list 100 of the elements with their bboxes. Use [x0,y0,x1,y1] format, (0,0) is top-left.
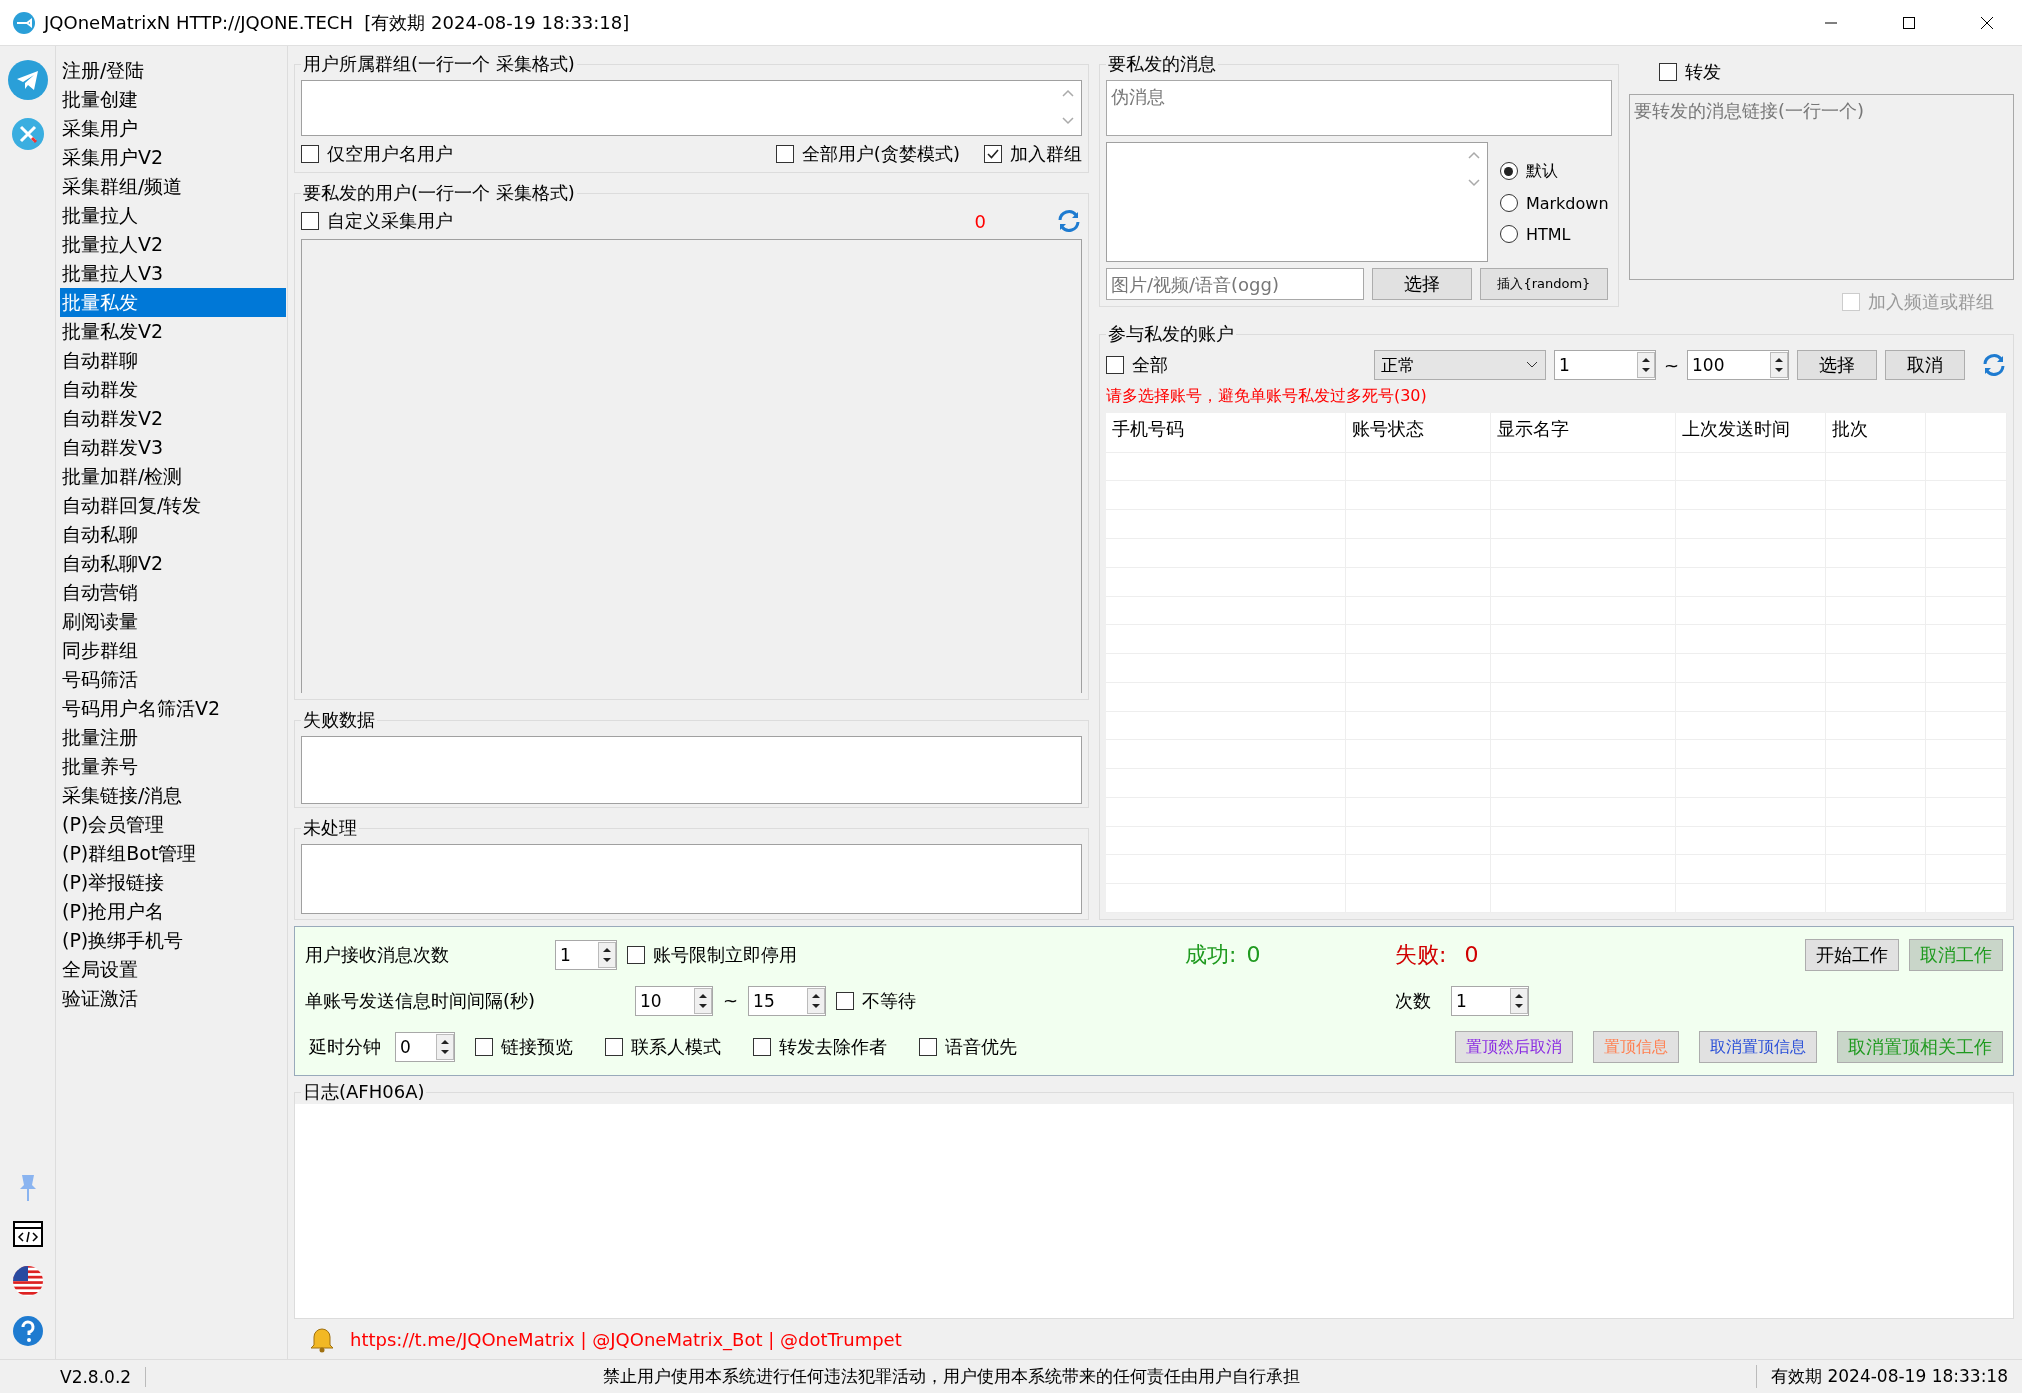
forward-links-field[interactable]: 要转发的消息链接(一行一个) [1628,94,2014,280]
contact-links[interactable]: https://t.me/JQOneMatrix | @JQOneMatrix_Bot | @dotTrumpet [350,1328,902,1350]
column-header[interactable]: 上次发送时间 [1675,413,1826,452]
spinner-arrows-icon[interactable] [598,941,616,968]
option-checkbox[interactable]: 转发 [1658,60,2014,84]
checkbox-square[interactable] [919,1038,937,1057]
message-field[interactable]: 伪消息 [1105,80,1612,136]
spinner-arrows-icon[interactable] [694,988,712,1014]
radio-circle[interactable] [1499,225,1518,243]
option-checkbox[interactable]: 账号限制立即停用 [627,942,797,967]
number-spinner[interactable]: 0 [395,1032,455,1063]
option-checkbox[interactable]: 自定义采集用户 [301,209,453,233]
column-header[interactable]: 账号状态 [1345,413,1491,452]
option-checkbox[interactable]: 转发去除作者 [753,1035,887,1060]
option-checkbox[interactable]: 全部用户(贪婪模式) [775,142,960,166]
nav-item[interactable]: 批量私发V2 [60,317,286,346]
option-checkbox[interactable]: 全部 [1105,353,1168,377]
nav-item[interactable]: 自动群聊 [60,346,286,375]
column-header[interactable]: 显示名字 [1490,413,1676,452]
nav-item[interactable]: 验证激活 [60,984,286,1013]
nav-item[interactable]: (P)举报链接 [60,868,286,897]
checkbox-square[interactable] [627,945,645,964]
format-radio[interactable]: Markdown [1499,193,1612,213]
paper-plane-icon[interactable] [7,60,48,100]
select-button[interactable]: 选择 [1797,350,1877,380]
checkbox-square[interactable] [983,145,1002,163]
nav-item[interactable]: 采集用户V2 [60,143,286,172]
number-spinner[interactable]: 1 [1553,350,1656,380]
work-button[interactable]: 开始工作 [1805,938,1899,971]
nav-item[interactable]: 自动群发V2 [60,404,286,433]
checkbox-square[interactable] [836,992,855,1010]
number-spinner[interactable]: 10 [635,986,713,1016]
nav-item[interactable]: 批量拉人 [60,201,286,230]
close-icon[interactable] [1979,14,1995,31]
option-checkbox[interactable]: 不等待 [836,989,917,1013]
checkbox-square[interactable] [301,145,319,163]
nav-item[interactable]: (P)会员管理 [60,810,286,839]
text-area[interactable] [301,736,1082,804]
code-window-icon[interactable] [12,1221,43,1247]
nav-item[interactable]: 采集群组/频道 [60,172,286,201]
spinner-arrows-icon[interactable] [1636,352,1655,378]
nav-item[interactable]: 刷阅读量 [60,607,286,636]
checkbox-square[interactable] [1105,356,1124,374]
nav-item[interactable]: 批量创建 [60,85,286,114]
refresh-icon[interactable] [1981,353,2007,377]
media-field[interactable]: 图片/视频/语音(ogg) [1105,268,1364,300]
option-checkbox[interactable]: 联系人模式 [605,1035,721,1060]
column-header[interactable]: 手机号码 [1105,413,1346,452]
nav-item[interactable]: 采集链接/消息 [60,781,286,810]
nav-item[interactable]: 自动私聊V2 [60,549,286,578]
text-area[interactable] [1105,142,1488,262]
checkbox-square[interactable] [1658,63,1677,81]
nav-item[interactable]: 批量拉人V2 [60,230,286,259]
nav-item[interactable]: 全局设置 [60,955,286,984]
radio-circle[interactable] [1499,194,1518,212]
checkbox-square[interactable] [605,1038,623,1057]
maximize-icon[interactable] [1901,14,1917,31]
status-dropdown[interactable]: 正常 [1373,350,1546,380]
nav-item[interactable]: 批量加群/检测 [60,462,286,491]
checkbox-square[interactable] [301,212,319,230]
help-icon[interactable] [11,1315,44,1347]
option-checkbox[interactable]: 语音优先 [919,1035,1017,1060]
spinner-arrows-icon[interactable] [436,1034,454,1061]
nav-item[interactable]: (P)抢用户名 [60,897,286,926]
number-spinner[interactable]: 15 [748,986,827,1016]
spinner-arrows-icon[interactable] [807,988,826,1014]
column-header[interactable]: 批次 [1825,413,1926,452]
number-spinner[interactable]: 100 [1687,350,1789,380]
nav-item[interactable]: 自动私聊 [60,520,286,549]
option-checkbox[interactable]: 加入群组 [983,142,1082,166]
spinner-arrows-icon[interactable] [1770,352,1788,378]
nav-item[interactable]: 自动群发V3 [60,433,286,462]
checkbox-square[interactable] [475,1038,493,1057]
checkbox-square[interactable] [775,145,794,163]
nav-item[interactable]: 同步群组 [60,636,286,665]
nav-item[interactable]: (P)换绑手机号 [60,926,286,955]
checkbox-square[interactable] [753,1038,771,1057]
nav-item[interactable]: 自动群回复/转发 [60,491,286,520]
cancel-button[interactable]: 取消 [1885,350,1965,380]
nav-item[interactable]: (P)群组Bot管理 [60,839,286,868]
choose-button[interactable]: 选择 [1371,268,1472,300]
nav-item[interactable]: 批量养号 [60,752,286,781]
nav-item[interactable]: 自动营销 [60,578,286,607]
radio-circle[interactable] [1499,162,1518,180]
format-radio[interactable]: HTML [1499,224,1612,244]
nav-item[interactable]: 批量私发 [60,288,286,317]
nav-item[interactable]: 号码用户名筛活V2 [60,694,286,723]
pin-button[interactable]: 取消置顶信息 [1699,1031,1817,1064]
text-area[interactable] [301,844,1082,914]
number-spinner[interactable]: 1 [555,939,617,970]
nav-item[interactable]: 采集用户 [60,114,286,143]
flag-icon[interactable] [11,1265,44,1297]
option-checkbox[interactable]: 链接预览 [475,1035,573,1060]
text-area[interactable] [301,80,1082,136]
nav-item[interactable]: 注册/登陆 [60,56,286,85]
insert-button[interactable]: 插入{random} [1479,268,1608,300]
pin-button[interactable]: 置顶然后取消 [1455,1031,1573,1064]
option-checkbox[interactable]: 仅空用户名用户 [301,142,453,166]
spinner-arrows-icon[interactable] [1510,988,1528,1014]
number-spinner[interactable]: 1 [1451,986,1529,1016]
